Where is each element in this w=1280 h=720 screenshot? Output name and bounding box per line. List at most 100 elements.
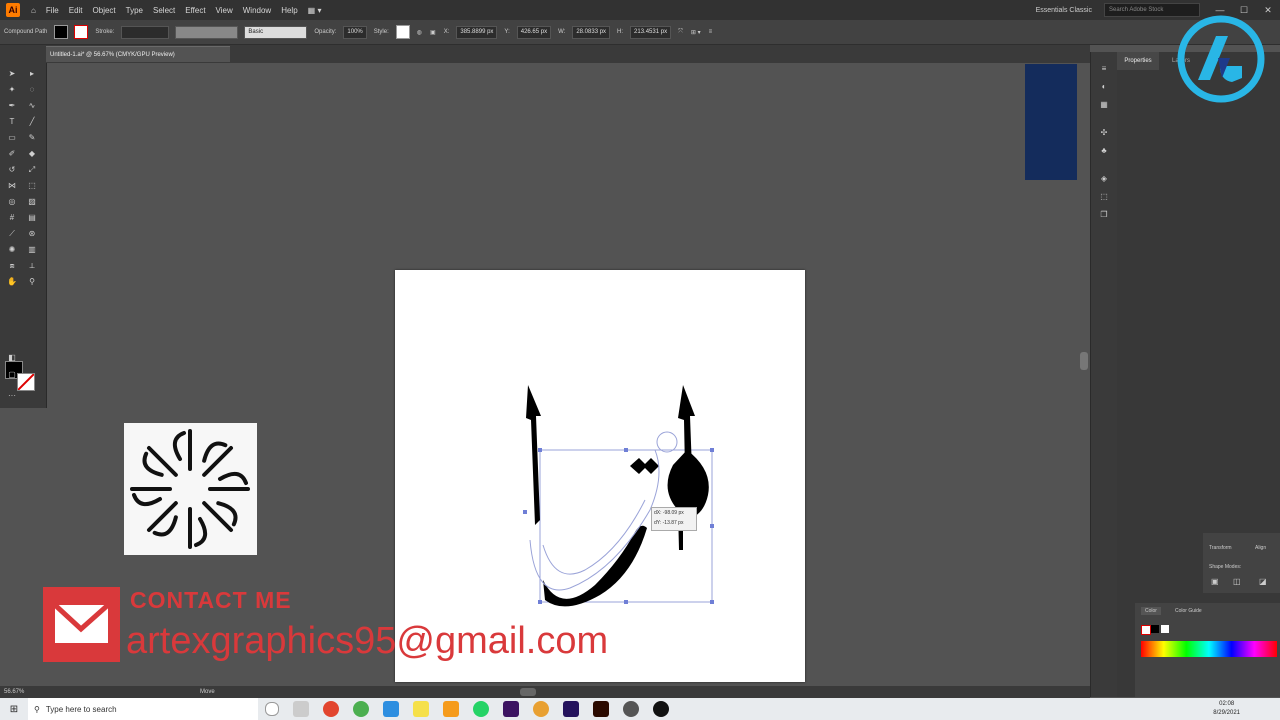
scale-tool-icon[interactable]: ⤢: [26, 165, 38, 175]
obs-icon[interactable]: [653, 701, 669, 717]
paintbrush-icon[interactable]: ✎: [26, 133, 38, 143]
stroke-color-icon[interactable]: [17, 373, 35, 391]
menu-type[interactable]: Type: [126, 6, 143, 15]
intersect-icon[interactable]: ◪: [1259, 577, 1267, 586]
color-panel-icon[interactable]: ◐: [1098, 82, 1110, 92]
shaper-tool-icon[interactable]: ✐: [6, 149, 18, 159]
edge-icon[interactable]: [293, 701, 309, 717]
system-clock[interactable]: 02:08 8/29/2021: [1213, 700, 1240, 718]
rectangle-tool-icon[interactable]: ▭: [6, 133, 18, 143]
direct-selection-tool-icon[interactable]: ▸: [26, 69, 38, 79]
y-field[interactable]: 426.65 px: [516, 25, 552, 39]
menu-file[interactable]: File: [46, 6, 59, 15]
recolor-icon[interactable]: ◍: [417, 29, 422, 36]
collapse-panels-icon[interactable]: ≡: [1098, 64, 1110, 74]
more-tools-icon[interactable]: ···: [6, 391, 18, 401]
menu-object[interactable]: Object: [93, 6, 116, 15]
type-tool-icon[interactable]: T: [6, 117, 18, 127]
zoom-tool-icon[interactable]: ⚲: [26, 277, 38, 287]
tab-properties[interactable]: Properties: [1117, 52, 1159, 70]
firefox-icon[interactable]: [323, 701, 339, 717]
artboards-icon[interactable]: ⬚: [1098, 192, 1110, 202]
shape-builder-icon[interactable]: ◎: [6, 197, 18, 207]
tab-color[interactable]: Color: [1141, 607, 1161, 615]
home-icon[interactable]: ⌂: [31, 6, 36, 15]
slice-tool-icon[interactable]: ⟂: [26, 261, 38, 271]
style-swatch[interactable]: [395, 25, 410, 39]
unite-icon[interactable]: ▣: [1211, 577, 1219, 586]
gradient-tool-icon[interactable]: ▤: [26, 213, 38, 223]
tab-align[interactable]: Align: [1255, 545, 1266, 551]
windows-start-icon[interactable]: ⊞: [0, 704, 28, 715]
premiere-icon[interactable]: [503, 701, 519, 717]
tab-transform[interactable]: Transform: [1209, 545, 1232, 551]
pen-tool-icon[interactable]: ✒: [6, 101, 18, 111]
blend-tool-icon[interactable]: ⊛: [26, 229, 38, 239]
menu-help[interactable]: Help: [281, 6, 297, 15]
chrome-icon[interactable]: [353, 701, 369, 717]
selection-tool-icon[interactable]: ➤: [6, 69, 18, 79]
screen-mode-icon[interactable]: ▢: [6, 370, 18, 380]
black-color-icon[interactable]: [1151, 625, 1159, 633]
taskbar-search[interactable]: ⚲ Type here to search: [28, 698, 258, 720]
vertical-scrollbar[interactable]: [1080, 352, 1088, 370]
minus-front-icon[interactable]: ◫: [1233, 577, 1241, 586]
width-tool-icon[interactable]: ⋈: [6, 181, 18, 191]
menu-select[interactable]: Select: [153, 6, 175, 15]
menu-edit[interactable]: Edit: [69, 6, 83, 15]
stroke-weight-field[interactable]: [121, 25, 170, 39]
status-mode[interactable]: Move: [200, 686, 215, 698]
w-field[interactable]: 28.0833 px: [572, 25, 611, 39]
color-spectrum-bar[interactable]: [1141, 641, 1277, 657]
artboard-tool-icon[interactable]: ⧈: [6, 261, 18, 271]
settings-icon[interactable]: [623, 701, 639, 717]
arrange-documents-icon[interactable]: ▦ ▾: [308, 6, 322, 15]
menu-window[interactable]: Window: [243, 6, 271, 15]
menu-view[interactable]: View: [216, 6, 233, 15]
perspective-grid-icon[interactable]: ▨: [26, 197, 38, 207]
rotate-tool-icon[interactable]: ↺: [6, 165, 18, 175]
stroke-swatch[interactable]: [74, 25, 89, 39]
opacity-field[interactable]: 100%: [343, 25, 367, 39]
app-icon[interactable]: [533, 701, 549, 717]
isolate-icon[interactable]: ⊞ ▾: [691, 29, 701, 36]
eraser-icon[interactable]: ◆: [26, 149, 38, 159]
assets-icon[interactable]: ❐: [1098, 210, 1110, 220]
swatches-icon[interactable]: ▦: [1098, 100, 1110, 110]
curvature-tool-icon[interactable]: ∿: [26, 101, 38, 111]
layers-icon[interactable]: ◈: [1098, 174, 1110, 184]
free-transform-icon[interactable]: ⬚: [26, 181, 38, 191]
sticky-notes-icon[interactable]: [413, 701, 429, 717]
transform-icon[interactable]: ⤧: [678, 29, 683, 36]
symbols-icon[interactable]: ♣: [1098, 146, 1110, 156]
document-tab[interactable]: Untitled-1.ai* @ 56.67% (CMYK/GPU Previe…: [46, 46, 230, 62]
workspace-switcher[interactable]: Essentials Classic: [1036, 7, 1092, 14]
whatsapp-icon[interactable]: [473, 701, 489, 717]
mesh-tool-icon[interactable]: #: [6, 213, 18, 223]
align-icon[interactable]: ▣: [430, 29, 436, 36]
symbol-sprayer-icon[interactable]: ✺: [6, 245, 18, 255]
draw-normal-icon[interactable]: ◧: [6, 353, 18, 363]
store-icon[interactable]: [383, 701, 399, 717]
line-tool-icon[interactable]: ╱: [26, 117, 38, 127]
brushes-icon[interactable]: ✣: [1098, 128, 1110, 138]
fill-swatch[interactable]: [54, 25, 69, 39]
illustrator-taskbar-icon[interactable]: [593, 701, 609, 717]
task-view-icon[interactable]: [265, 702, 279, 716]
after-effects-icon[interactable]: [563, 701, 579, 717]
zoom-level[interactable]: 56.67%: [4, 689, 24, 695]
variable-width-field[interactable]: [175, 25, 239, 39]
h-field[interactable]: 213.4531 px: [630, 25, 672, 39]
magic-wand-icon[interactable]: ✦: [6, 85, 18, 95]
panel-menu-icon[interactable]: ≡: [709, 29, 713, 35]
vlc-icon[interactable]: [443, 701, 459, 717]
menu-effect[interactable]: Effect: [185, 6, 205, 15]
hand-tool-icon[interactable]: ✋: [6, 277, 18, 287]
lasso-icon[interactable]: ◌: [26, 85, 38, 95]
brush-field[interactable]: Basic: [244, 25, 308, 39]
white-color-icon[interactable]: [1161, 625, 1169, 633]
x-field[interactable]: 385.8899 px: [456, 25, 498, 39]
horizontal-scrollbar[interactable]: [520, 688, 536, 696]
graph-tool-icon[interactable]: ▥: [26, 245, 38, 255]
navy-rectangle-shape[interactable]: [1025, 64, 1077, 180]
